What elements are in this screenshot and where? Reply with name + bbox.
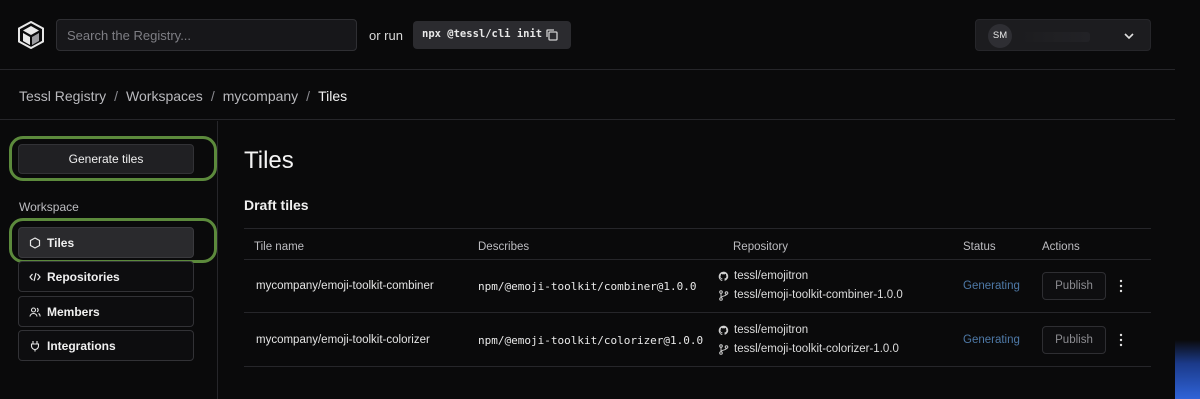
highlight-ring-generate: [9, 136, 217, 181]
tile-name[interactable]: mycompany/emoji-toolkit-combiner: [256, 280, 434, 292]
branch-link[interactable]: tessl/emoji-toolkit-combiner-1.0.0: [719, 289, 903, 301]
table-header: Tile name Describes Repository Status Ac…: [244, 228, 1151, 260]
branch-name: tessl/emoji-toolkit-combiner-1.0.0: [734, 289, 903, 301]
repo-link[interactable]: tessl/emojitron: [718, 324, 809, 336]
branch-link[interactable]: tessl/emoji-toolkit-colorizer-1.0.0: [719, 343, 899, 355]
more-options-icon[interactable]: [1118, 333, 1124, 347]
breadcrumb-current: Tiles: [318, 88, 348, 104]
plug-icon: [30, 341, 40, 352]
main-content: Tiles Draft tiles Tile name Describes Re…: [244, 121, 1175, 399]
status-badge: Generating: [963, 334, 1020, 346]
tile-name[interactable]: mycompany/emoji-toolkit-colorizer: [256, 334, 430, 346]
column-header-describes: Describes: [478, 241, 530, 253]
publish-button[interactable]: Publish: [1042, 326, 1106, 354]
more-options-icon[interactable]: [1118, 279, 1124, 293]
sidebar-item-integrations[interactable]: Integrations: [18, 330, 194, 361]
users-icon: [29, 307, 41, 317]
user-menu-button[interactable]: SM: [975, 19, 1151, 51]
sidebar-item-label: Repositories: [47, 270, 120, 284]
or-run-label: or run: [369, 28, 403, 43]
column-header-status: Status: [963, 241, 996, 253]
git-branch-icon: [719, 290, 729, 301]
git-branch-icon: [719, 344, 729, 355]
repo-name: tessl/emojitron: [734, 270, 809, 282]
github-icon: [718, 271, 729, 281]
tile-describes: npm/@emoji-toolkit/combiner@1.0.0: [478, 280, 697, 293]
github-icon: [718, 325, 729, 335]
breadcrumb-separator: /: [114, 88, 119, 104]
desktop-background-edge: [1175, 340, 1200, 399]
page-title: Tiles: [244, 147, 294, 174]
breadcrumb-bar: Tessl Registry / Workspaces / mycompany / Tile…: [0, 70, 1175, 120]
tessl-logo-icon[interactable]: [18, 21, 44, 49]
draft-tiles-heading: Draft tiles: [244, 197, 309, 213]
workspace-section-label: Workspace: [19, 200, 79, 214]
copy-icon[interactable]: [545, 28, 559, 42]
column-header-repository: Repository: [733, 241, 788, 253]
cli-command-text: npx @tessl/cli init: [422, 28, 543, 40]
chevron-down-icon: [1124, 33, 1134, 40]
highlight-ring-tiles: [9, 218, 217, 263]
publish-button[interactable]: Publish: [1042, 272, 1106, 300]
status-badge: Generating: [963, 280, 1020, 292]
breadcrumb-registry[interactable]: Tessl Registry: [19, 88, 106, 104]
table-row[interactable]: mycompany/emoji-toolkit-combiner npm/@em…: [244, 259, 1151, 313]
branch-name: tessl/emoji-toolkit-colorizer-1.0.0: [734, 343, 899, 355]
tile-describes: npm/@emoji-toolkit/colorizer@1.0.0: [478, 334, 704, 347]
repo-name: tessl/emojitron: [734, 324, 809, 336]
sidebar: Generate tiles Workspace Tiles Repositor…: [0, 121, 218, 399]
breadcrumb-separator: /: [306, 88, 311, 104]
breadcrumb: Tessl Registry / Workspaces / mycompany / Tile…: [19, 88, 347, 104]
registry-search-input[interactable]: [56, 19, 357, 51]
code-icon: [29, 272, 41, 282]
user-name-redacted: [1020, 32, 1090, 42]
column-header-tile-name: Tile name: [254, 241, 305, 253]
sidebar-item-repositories[interactable]: Repositories: [18, 261, 194, 292]
column-header-actions: Actions: [1042, 241, 1080, 253]
repo-link[interactable]: tessl/emojitron: [718, 270, 809, 282]
sidebar-item-label: Integrations: [47, 339, 116, 353]
breadcrumb-workspaces[interactable]: Workspaces: [126, 88, 203, 104]
sidebar-item-label: Members: [47, 305, 100, 319]
avatar: SM: [988, 24, 1012, 48]
breadcrumb-workspace[interactable]: mycompany: [223, 88, 298, 104]
top-bar: or run npx @tessl/cli init SM: [0, 0, 1175, 70]
table-row[interactable]: mycompany/emoji-toolkit-colorizer npm/@e…: [244, 313, 1151, 367]
sidebar-item-members[interactable]: Members: [18, 296, 194, 327]
cli-command-box[interactable]: npx @tessl/cli init: [413, 21, 571, 49]
breadcrumb-separator: /: [210, 88, 215, 104]
